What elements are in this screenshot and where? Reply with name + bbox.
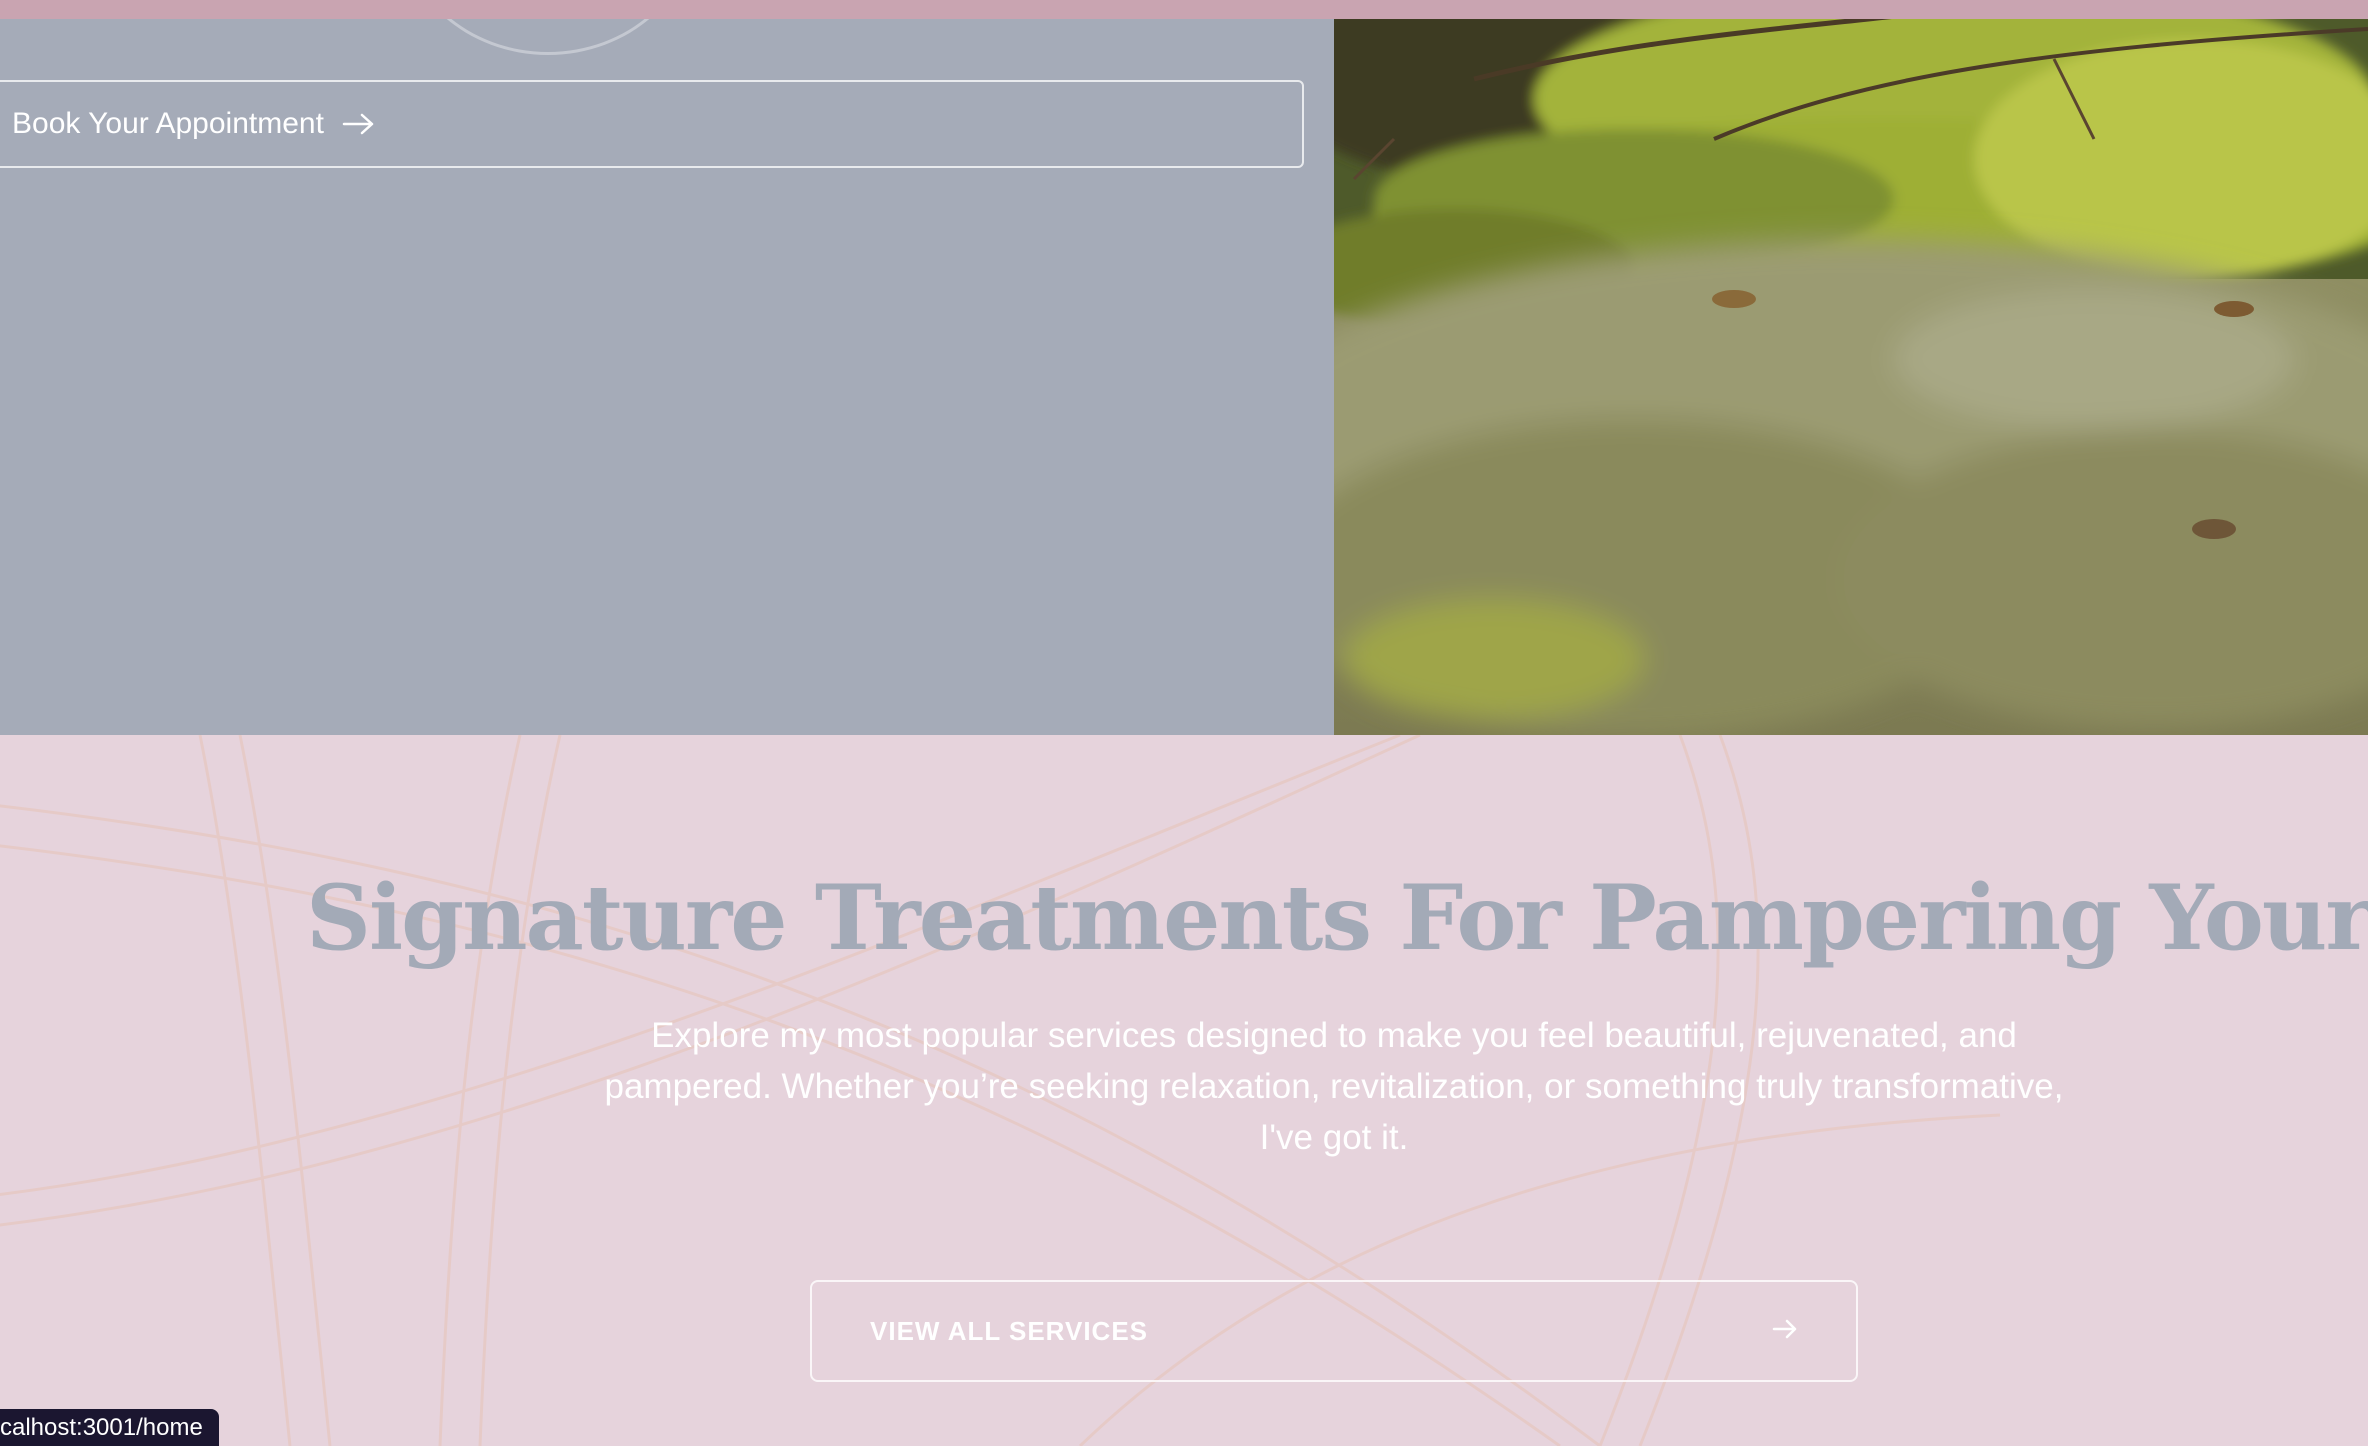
moss-illustration [1334, 19, 2368, 735]
top-strip [0, 0, 2368, 19]
arrow-right-icon [342, 112, 376, 136]
section-heading: Signature Treatments For Pampering Yours… [306, 865, 2368, 971]
moss-image [1334, 19, 2368, 735]
book-appointment-label: Book Your Appointment [12, 107, 324, 140]
signature-treatments-section: Signature Treatments For Pampering Yours… [0, 735, 2368, 1446]
decorative-arc [400, 19, 696, 55]
hero-panel: Book Your Appointment [0, 19, 1334, 735]
view-all-services-label: VIEW ALL SERVICES [870, 1315, 1149, 1346]
status-bar-url: calhost:3001/home [0, 1409, 219, 1446]
section-description: Explore my most popular services designe… [604, 1016, 2064, 1157]
book-appointment-button[interactable]: Book Your Appointment [0, 80, 1304, 168]
arrow-right-icon [1772, 1316, 1798, 1347]
view-all-services-button[interactable]: VIEW ALL SERVICES [810, 1280, 1858, 1382]
